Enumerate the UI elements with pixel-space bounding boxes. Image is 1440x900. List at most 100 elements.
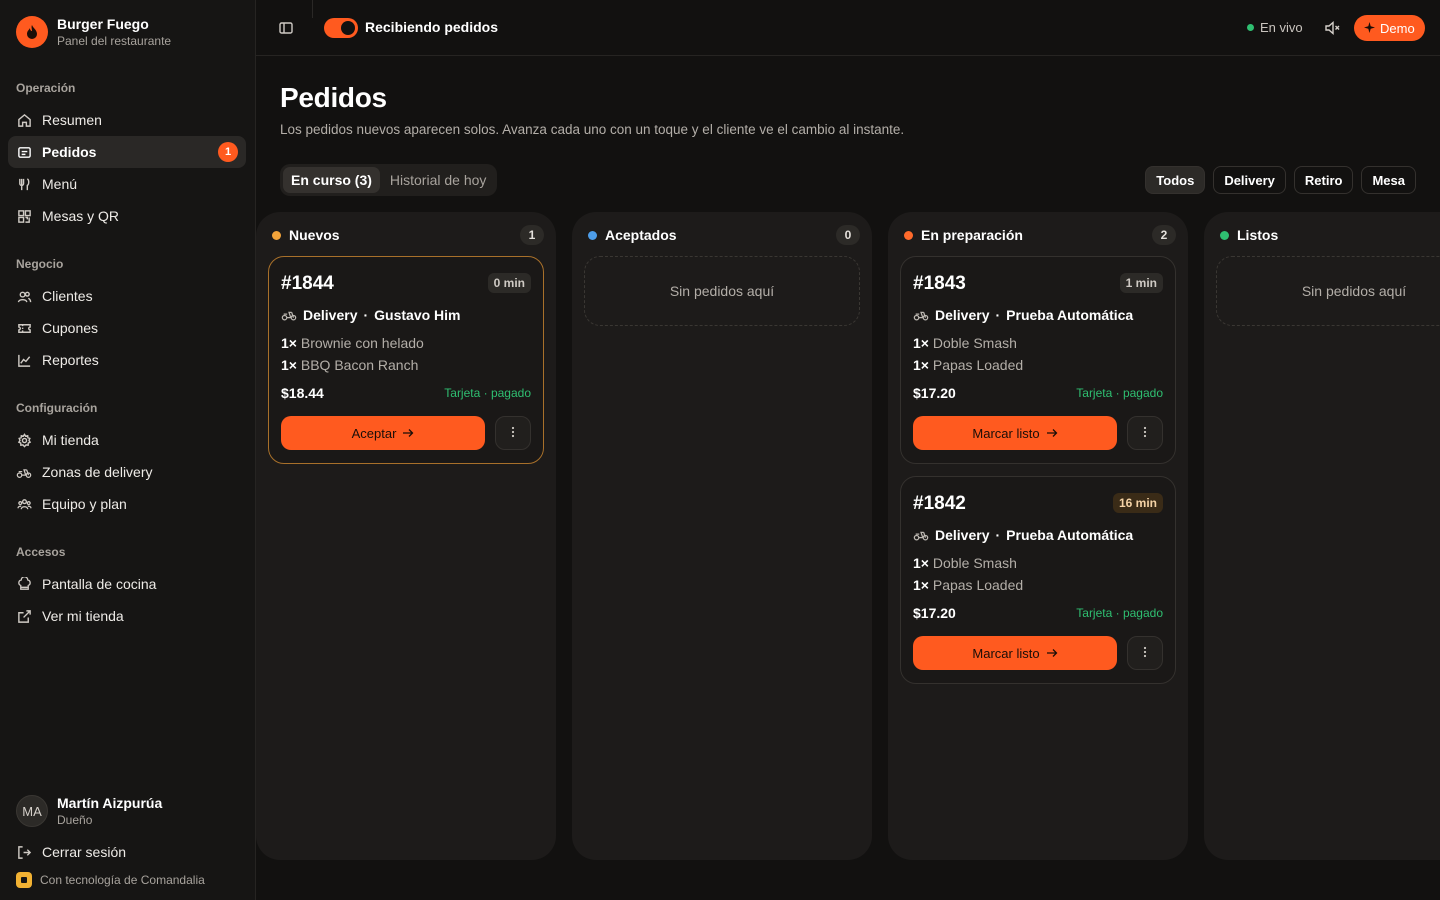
users-icon	[16, 288, 32, 304]
brand[interactable]: Burger Fuego Panel del restaurante	[16, 16, 171, 48]
sidebar-item-mi-tienda[interactable]: Mi tienda	[8, 424, 246, 456]
user-profile[interactable]: MA Martín Aizpurúa Dueño	[16, 795, 162, 827]
separator: ·	[363, 307, 369, 323]
sidebar-item-mesas-qr[interactable]: Mesas y QR	[8, 200, 246, 232]
column-title: En preparación	[921, 227, 1023, 243]
column-count: 0	[836, 225, 860, 245]
tab-en-curso[interactable]: En curso (3)	[283, 167, 380, 193]
column-title: Aceptados	[605, 227, 677, 243]
kebab-menu-icon	[1143, 425, 1147, 441]
item-qty: 1×	[281, 357, 297, 373]
sidebar-item-ver-tienda[interactable]: Ver mi tienda	[8, 600, 246, 632]
comandalia-logo-icon	[16, 872, 32, 888]
sidebar-item-label: Clientes	[42, 288, 93, 304]
sidebar-toggle-icon[interactable]	[278, 20, 294, 36]
column-title: Listos	[1237, 227, 1279, 243]
empty-state: Sin pedidos aquí	[584, 256, 860, 326]
sidebar-item-equipo-plan[interactable]: Equipo y plan	[8, 488, 246, 520]
sparkle-icon	[1364, 21, 1375, 36]
sidebar-item-label: Zonas de delivery	[42, 464, 153, 480]
kebab-menu-icon	[511, 425, 515, 441]
sidebar: Burger Fuego Panel del restaurante Opera…	[0, 0, 256, 900]
order-type: Delivery · Gustavo Him	[281, 307, 461, 323]
more-options-button[interactable]	[1127, 416, 1163, 450]
logout-button[interactable]: Cerrar sesión	[8, 836, 246, 868]
sidebar-item-clientes[interactable]: Clientes	[8, 280, 246, 312]
order-time-badge: 0 min	[487, 273, 531, 293]
brand-subtitle: Panel del restaurante	[57, 34, 172, 48]
page-subtitle: Los pedidos nuevos aparecen solos. Avanz…	[280, 122, 905, 137]
chart-line-icon	[16, 352, 32, 368]
scooter-icon	[913, 308, 929, 322]
powered-by-text: Con tecnología de Comandalia	[40, 873, 205, 887]
column-header: Nuevos 1	[272, 225, 544, 245]
order-card-1844[interactable]: #1844 0 min Delivery · Gustavo Him 1× Br…	[268, 256, 544, 464]
button-label: Marcar listo	[972, 645, 1040, 661]
demo-button[interactable]: Demo	[1354, 15, 1425, 41]
order-card-1842[interactable]: #1842 16 min Delivery · Prueba Automátic…	[900, 476, 1176, 684]
filter-retiro[interactable]: Retiro	[1293, 166, 1354, 194]
item-qty: 1×	[913, 577, 929, 593]
nav-section-negocio: Negocio	[16, 257, 64, 271]
line-item: 1× Papas Loaded	[913, 357, 1023, 373]
order-total: $18.44	[281, 385, 324, 401]
order-type-label: Delivery	[935, 527, 990, 543]
brand-name: Burger Fuego	[57, 16, 149, 32]
sidebar-item-label: Pedidos	[42, 144, 97, 160]
accept-order-button[interactable]: Aceptar	[281, 416, 485, 450]
order-type: Delivery · Prueba Automática	[913, 307, 1133, 323]
sidebar-item-label: Reportes	[42, 352, 99, 368]
tab-historial-hoy[interactable]: Historial de hoy	[382, 167, 495, 193]
status-dot-icon	[1220, 230, 1229, 240]
more-options-button[interactable]	[1127, 636, 1163, 670]
sidebar-item-label: Equipo y plan	[42, 496, 127, 512]
column-listos: Listos Sin pedidos aquí	[1204, 212, 1440, 860]
sidebar-item-resumen[interactable]: Resumen	[8, 104, 246, 136]
receipt-icon	[16, 144, 32, 160]
sidebar-item-label: Resumen	[42, 112, 102, 128]
column-title: Nuevos	[289, 227, 340, 243]
receiving-orders-label: Recibiendo pedidos	[365, 19, 499, 35]
order-type-label: Delivery	[303, 307, 358, 323]
sidebar-item-zonas-delivery[interactable]: Zonas de delivery	[8, 456, 246, 488]
nav-section-accesos: Accesos	[16, 545, 66, 559]
filter-mesa[interactable]: Mesa	[1361, 166, 1416, 194]
qr-icon	[16, 208, 32, 224]
order-id: #1844	[281, 273, 334, 294]
payment-status: Tarjeta · pagado	[1076, 606, 1163, 620]
order-type: Delivery · Prueba Automática	[913, 527, 1133, 543]
status-dot-icon	[272, 230, 281, 240]
customer-name: Prueba Automática	[1006, 527, 1134, 543]
separator: ·	[995, 307, 1001, 323]
sidebar-item-menu[interactable]: Menú	[8, 168, 246, 200]
order-type-filters: Todos Delivery Retiro Mesa	[1145, 166, 1416, 194]
sidebar-item-cupones[interactable]: Cupones	[8, 312, 246, 344]
column-count: 2	[1152, 225, 1176, 245]
separator: ·	[995, 527, 1001, 543]
orders-tabs: En curso (3) Historial de hoy	[280, 164, 498, 196]
sidebar-item-reportes[interactable]: Reportes	[8, 344, 246, 376]
sidebar-item-label: Mesas y QR	[42, 208, 120, 224]
receiving-orders-toggle[interactable]	[324, 18, 358, 38]
sound-muted-icon[interactable]	[1323, 19, 1341, 37]
arrow-right-icon	[1046, 646, 1058, 661]
sidebar-item-label: Pantalla de cocina	[42, 576, 157, 592]
sidebar-item-pedidos[interactable]: Pedidos 1	[8, 136, 246, 168]
item-name: Papas Loaded	[932, 357, 1024, 373]
item-qty: 1×	[281, 335, 297, 351]
filter-todos[interactable]: Todos	[1145, 166, 1206, 194]
column-header: Listos	[1220, 226, 1440, 244]
more-options-button[interactable]	[495, 416, 531, 450]
order-card-1843[interactable]: #1843 1 min Delivery · Prueba Automática…	[900, 256, 1176, 464]
button-label: Aceptar	[351, 425, 397, 441]
item-name: Doble Smash	[932, 335, 1017, 351]
kebab-menu-icon	[1143, 645, 1147, 661]
mark-ready-button[interactable]: Marcar listo	[913, 636, 1117, 670]
live-status: En vivo	[1247, 20, 1303, 35]
scooter-icon	[16, 464, 32, 480]
powered-by: Con tecnología de Comandalia	[16, 872, 205, 888]
mark-ready-button[interactable]: Marcar listo	[913, 416, 1117, 450]
sidebar-item-pantalla-cocina[interactable]: Pantalla de cocina	[8, 568, 246, 600]
topbar-divider	[312, 0, 313, 18]
filter-delivery[interactable]: Delivery	[1213, 166, 1286, 194]
